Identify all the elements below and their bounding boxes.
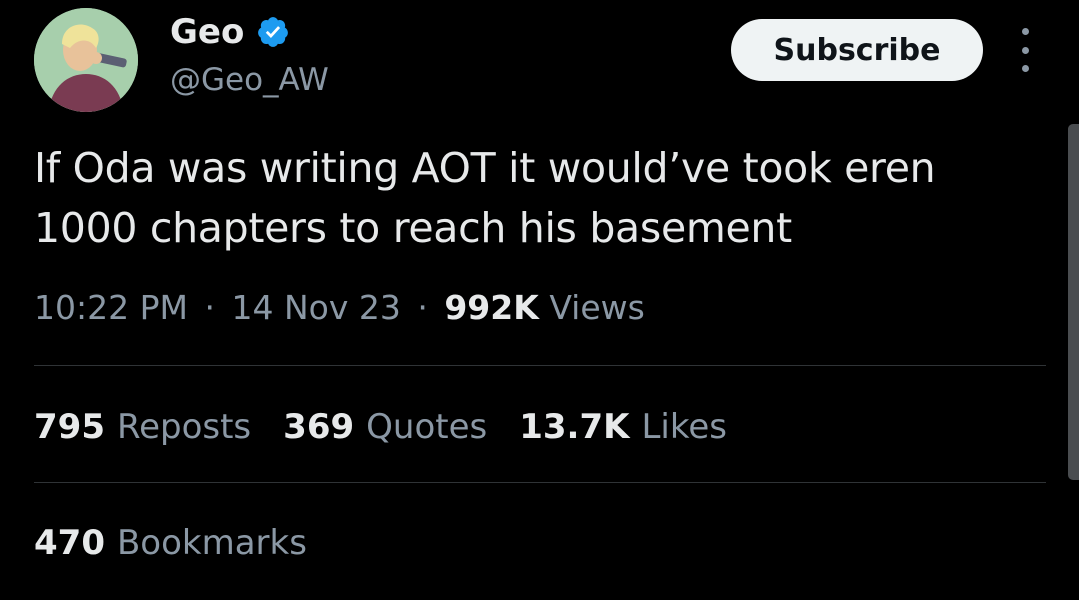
tweet-text: If Oda was writing AOT it would’ve took … xyxy=(34,138,1054,258)
avatar-image xyxy=(34,8,138,112)
quotes-stat[interactable]: 369 Quotes xyxy=(283,402,487,452)
verified-badge-icon xyxy=(256,15,290,49)
tweet-date[interactable]: 14 Nov 23 xyxy=(231,288,400,327)
subscribe-button[interactable]: Subscribe xyxy=(731,19,983,81)
tweet-meta: 10:22 PM · 14 Nov 23 · 992K Views xyxy=(34,284,645,332)
bookmarks-label: Bookmarks xyxy=(116,523,307,563)
quotes-label: Quotes xyxy=(366,407,488,447)
likes-count: 13.7K xyxy=(519,407,630,447)
tweet-text-line: If Oda was writing AOT it would’ve took … xyxy=(34,144,936,192)
scrollbar[interactable] xyxy=(1068,124,1079,480)
likes-stat[interactable]: 13.7K Likes xyxy=(519,402,727,452)
separator-dot: · xyxy=(204,288,215,327)
reposts-label: Reposts xyxy=(116,407,252,447)
quotes-count: 369 xyxy=(283,407,355,447)
user-handle[interactable]: @Geo_AW xyxy=(170,60,329,100)
more-options-icon[interactable] xyxy=(1010,28,1040,72)
reposts-stat[interactable]: 795 Reposts xyxy=(34,402,251,452)
divider xyxy=(34,365,1046,366)
divider xyxy=(34,482,1046,483)
avatar[interactable] xyxy=(34,8,138,112)
views-label: Views xyxy=(549,288,645,327)
tweet-text-line: 1000 chapters to reach his basement xyxy=(34,204,792,252)
tweet-time[interactable]: 10:22 PM xyxy=(34,288,188,327)
bookmarks-count: 470 xyxy=(34,523,105,563)
bookmarks-stat[interactable]: 470 Bookmarks xyxy=(34,518,339,568)
views-count: 992K xyxy=(444,288,539,327)
engagement-stats: 795 Reposts 369 Quotes 13.7K Likes xyxy=(34,402,759,452)
reposts-count: 795 xyxy=(34,407,105,447)
display-name-row[interactable]: Geo xyxy=(170,12,290,52)
separator-dot: · xyxy=(417,288,428,327)
likes-label: Likes xyxy=(641,407,727,447)
display-name[interactable]: Geo xyxy=(170,12,244,52)
